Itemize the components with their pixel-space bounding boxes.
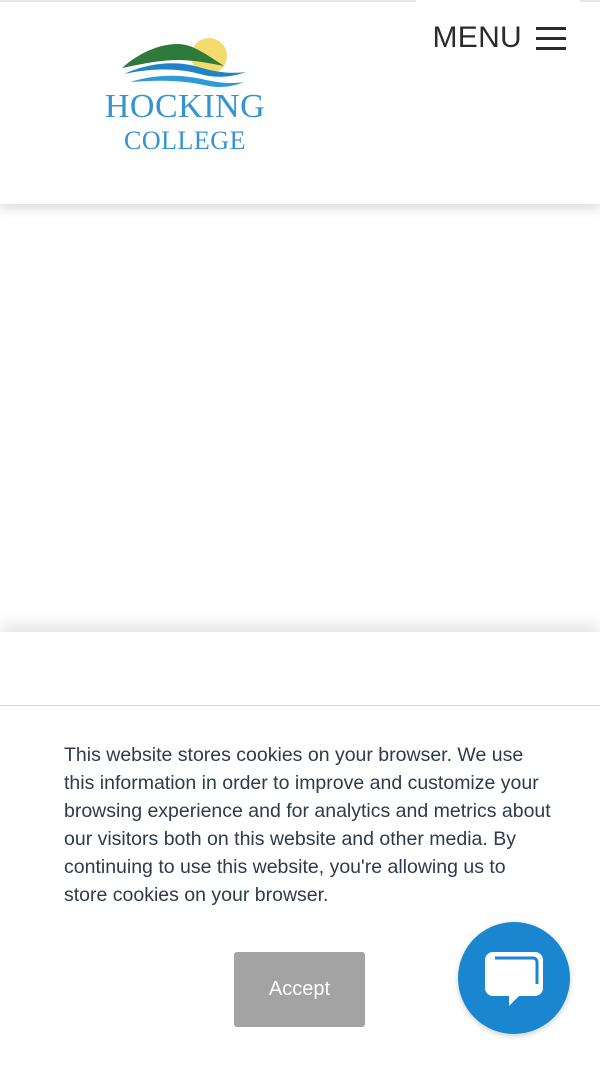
hamburger-icon	[536, 25, 566, 51]
chat-launcher-button[interactable]	[458, 922, 570, 1034]
accept-cookies-button[interactable]: Accept	[234, 952, 365, 1027]
logo-subtitle: COLLEGE	[124, 126, 246, 155]
site-header: HOCKING COLLEGE MENU	[0, 0, 600, 204]
hocking-college-logo[interactable]: HOCKING COLLEGE	[92, 38, 282, 158]
logo-mountain-sun-icon	[122, 38, 246, 87]
cookie-message: This website stores cookies on your brow…	[64, 743, 551, 906]
header-top-border-right	[580, 0, 600, 2]
menu-button[interactable]: MENU	[432, 18, 566, 58]
cookie-divider	[0, 705, 600, 706]
header-top-border	[0, 0, 416, 2]
chat-bubble-icon	[485, 952, 543, 1006]
logo-wordmark: HOCKING	[104, 88, 266, 125]
content-area	[0, 204, 600, 634]
menu-label: MENU	[432, 21, 522, 54]
